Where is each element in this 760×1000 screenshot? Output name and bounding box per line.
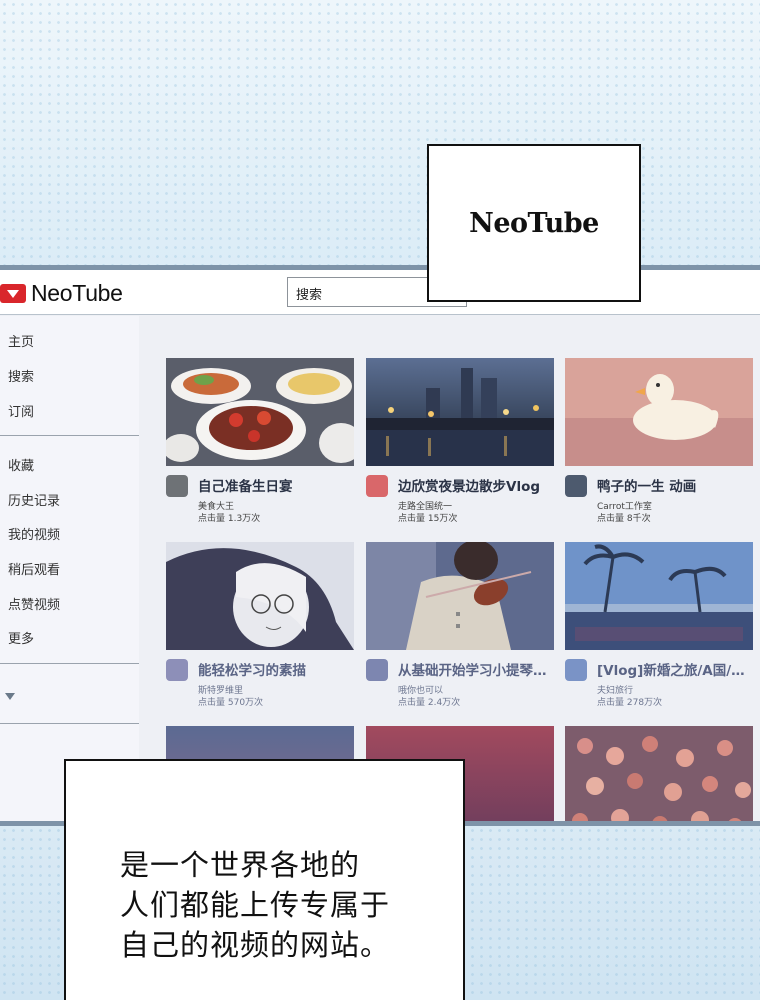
sidebar-item-home[interactable]: 主页 xyxy=(8,331,34,350)
crowd-thumbnail-image xyxy=(565,726,753,821)
channel-avatar[interactable] xyxy=(366,659,388,681)
channel-avatar[interactable] xyxy=(565,475,587,497)
sidebar-item-subscriptions[interactable]: 订阅 xyxy=(8,401,34,420)
speech-box-top: NeoTube xyxy=(427,144,641,302)
browser-window: NeoTube 搜索 主页 搜索 订阅 收藏 历史记录 我的视频 稍后观看 点赞… xyxy=(0,265,760,826)
video-views: 点击量 570万次 xyxy=(198,698,264,708)
video-card[interactable]: 鸭子的一生 动画 Carrot工作室 点击量 8千次 xyxy=(565,358,753,524)
video-views: 点击量 1.3万次 xyxy=(198,514,261,524)
sidebar-divider xyxy=(0,435,139,436)
video-thumbnail[interactable] xyxy=(166,358,354,466)
background-dots-top xyxy=(0,0,760,265)
top-bar: NeoTube 搜索 xyxy=(0,270,760,315)
duck-thumbnail-image xyxy=(565,358,753,466)
video-card[interactable] xyxy=(565,726,753,821)
channel-avatar[interactable] xyxy=(166,659,188,681)
speech-line: 是一个世界各地的 xyxy=(120,848,361,882)
beach-thumbnail-image xyxy=(565,542,753,650)
violin-thumbnail-image xyxy=(366,542,554,650)
video-title[interactable]: [Vlog]新婚之旅/A国/… xyxy=(597,659,757,679)
chevron-down-icon[interactable] xyxy=(5,693,15,700)
sidebar-item-watch-later[interactable]: 稍后观看 xyxy=(8,559,60,578)
video-views: 点击量 15万次 xyxy=(398,514,458,524)
video-card[interactable]: 边欣赏夜景边散步Vlog 走路全国统一 点击量 15万次 xyxy=(366,358,554,524)
video-card[interactable]: 从基础开始学习小提琴… 哦你也可以 点击量 2.4万次 xyxy=(366,542,554,708)
video-title[interactable]: 边欣赏夜景边散步Vlog xyxy=(398,475,558,495)
play-logo-icon xyxy=(0,283,26,303)
channel-avatar[interactable] xyxy=(366,475,388,497)
video-thumbnail[interactable] xyxy=(166,542,354,650)
food-thumbnail-image xyxy=(166,358,354,466)
video-thumbnail[interactable] xyxy=(565,542,753,650)
video-thumbnail[interactable] xyxy=(565,358,753,466)
sidebar-divider xyxy=(0,723,139,724)
speech-line: 自己的视频的网站。 xyxy=(120,928,391,962)
video-card[interactable]: [Vlog]新婚之旅/A国/… 夫妇旅行 点击量 278万次 xyxy=(565,542,753,708)
speech-line: 人们都能上传专属于 xyxy=(120,888,391,922)
channel-avatar[interactable] xyxy=(565,659,587,681)
sidebar: 主页 搜索 订阅 收藏 历史记录 我的视频 稍后观看 点赞视频 更多 xyxy=(0,316,139,821)
speech-box-bottom: 是一个世界各地的 人们都能上传专属于 自己的视频的网站。 xyxy=(64,759,465,1000)
video-views: 点击量 2.4万次 xyxy=(398,698,461,708)
video-title[interactable]: 鸭子的一生 动画 xyxy=(597,475,757,495)
sketch-thumbnail-image xyxy=(166,542,354,650)
night-scene-thumbnail-image xyxy=(366,358,554,466)
sidebar-item-history[interactable]: 历史记录 xyxy=(8,490,60,509)
site-name: NeoTube xyxy=(31,279,123,306)
video-views: 点击量 8千次 xyxy=(597,514,651,524)
sidebar-item-favorites[interactable]: 收藏 xyxy=(8,455,34,474)
video-card[interactable]: 能轻松学习的素描 斯特罗维里 点击量 570万次 xyxy=(166,542,354,708)
video-title[interactable]: 能轻松学习的素描 xyxy=(198,659,358,679)
sidebar-divider xyxy=(0,663,139,664)
sidebar-item-my-videos[interactable]: 我的视频 xyxy=(8,524,60,543)
sidebar-item-liked-videos[interactable]: 点赞视频 xyxy=(8,594,60,613)
video-card[interactable]: 自己准备生日宴 美食大王 点击量 1.3万次 xyxy=(166,358,354,524)
video-thumbnail[interactable] xyxy=(366,358,554,466)
video-title[interactable]: 从基础开始学习小提琴… xyxy=(398,659,558,679)
video-thumbnail[interactable] xyxy=(565,726,753,821)
speech-box-top-text: NeoTube xyxy=(469,207,599,239)
video-views: 点击量 278万次 xyxy=(597,698,663,708)
sidebar-item-search[interactable]: 搜索 xyxy=(8,366,34,385)
site-logo[interactable]: NeoTube xyxy=(0,278,123,308)
video-thumbnail[interactable] xyxy=(366,542,554,650)
channel-avatar[interactable] xyxy=(166,475,188,497)
video-title[interactable]: 自己准备生日宴 xyxy=(198,475,358,495)
sidebar-item-more[interactable]: 更多 xyxy=(8,628,34,647)
